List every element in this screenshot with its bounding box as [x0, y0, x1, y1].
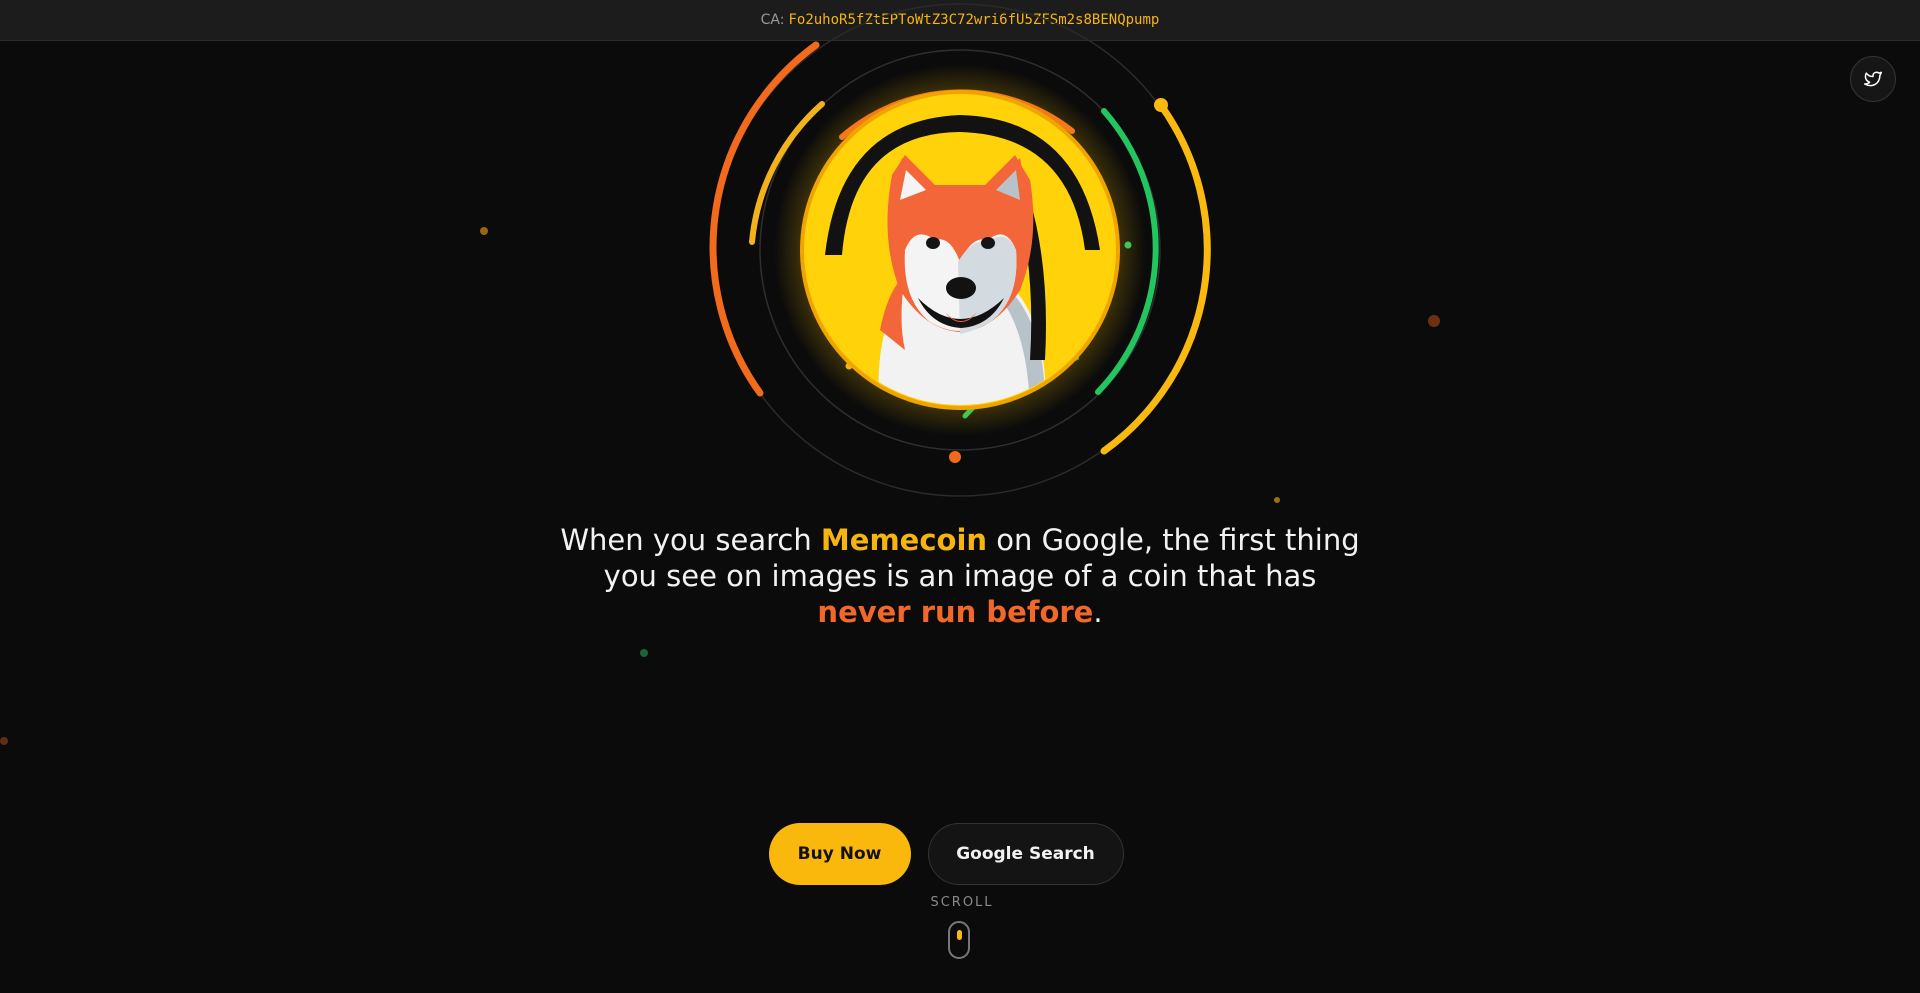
mouse-wheel-indicator — [957, 930, 962, 940]
headline-highlight-never-run: never run before — [817, 595, 1094, 629]
twitter-bird-icon — [1863, 71, 1883, 87]
bg-dot-1 — [480, 227, 488, 235]
twitter-button[interactable] — [1850, 56, 1896, 102]
cta-buttons: Buy Now Google Search — [0, 823, 1920, 885]
orbit-dot-orange — [949, 451, 961, 463]
headline: When you search Memecoin on Google, the … — [560, 522, 1360, 630]
google-search-button[interactable]: Google Search — [927, 823, 1124, 885]
buy-now-button[interactable]: Buy Now — [768, 823, 911, 885]
bg-dot-4 — [640, 649, 648, 657]
bg-dot-3 — [1274, 497, 1280, 503]
headline-highlight-memecoin: Memecoin — [820, 523, 988, 557]
bg-dot-5 — [0, 737, 8, 745]
headline-text-1: When you search — [560, 523, 821, 557]
headline-text-3: . — [1093, 595, 1103, 629]
scroll-mouse-icon[interactable] — [948, 921, 970, 959]
orbit-dot-yellow — [1154, 98, 1168, 112]
scroll-label: SCROLL — [930, 895, 994, 910]
bg-dot-2 — [1428, 315, 1440, 327]
